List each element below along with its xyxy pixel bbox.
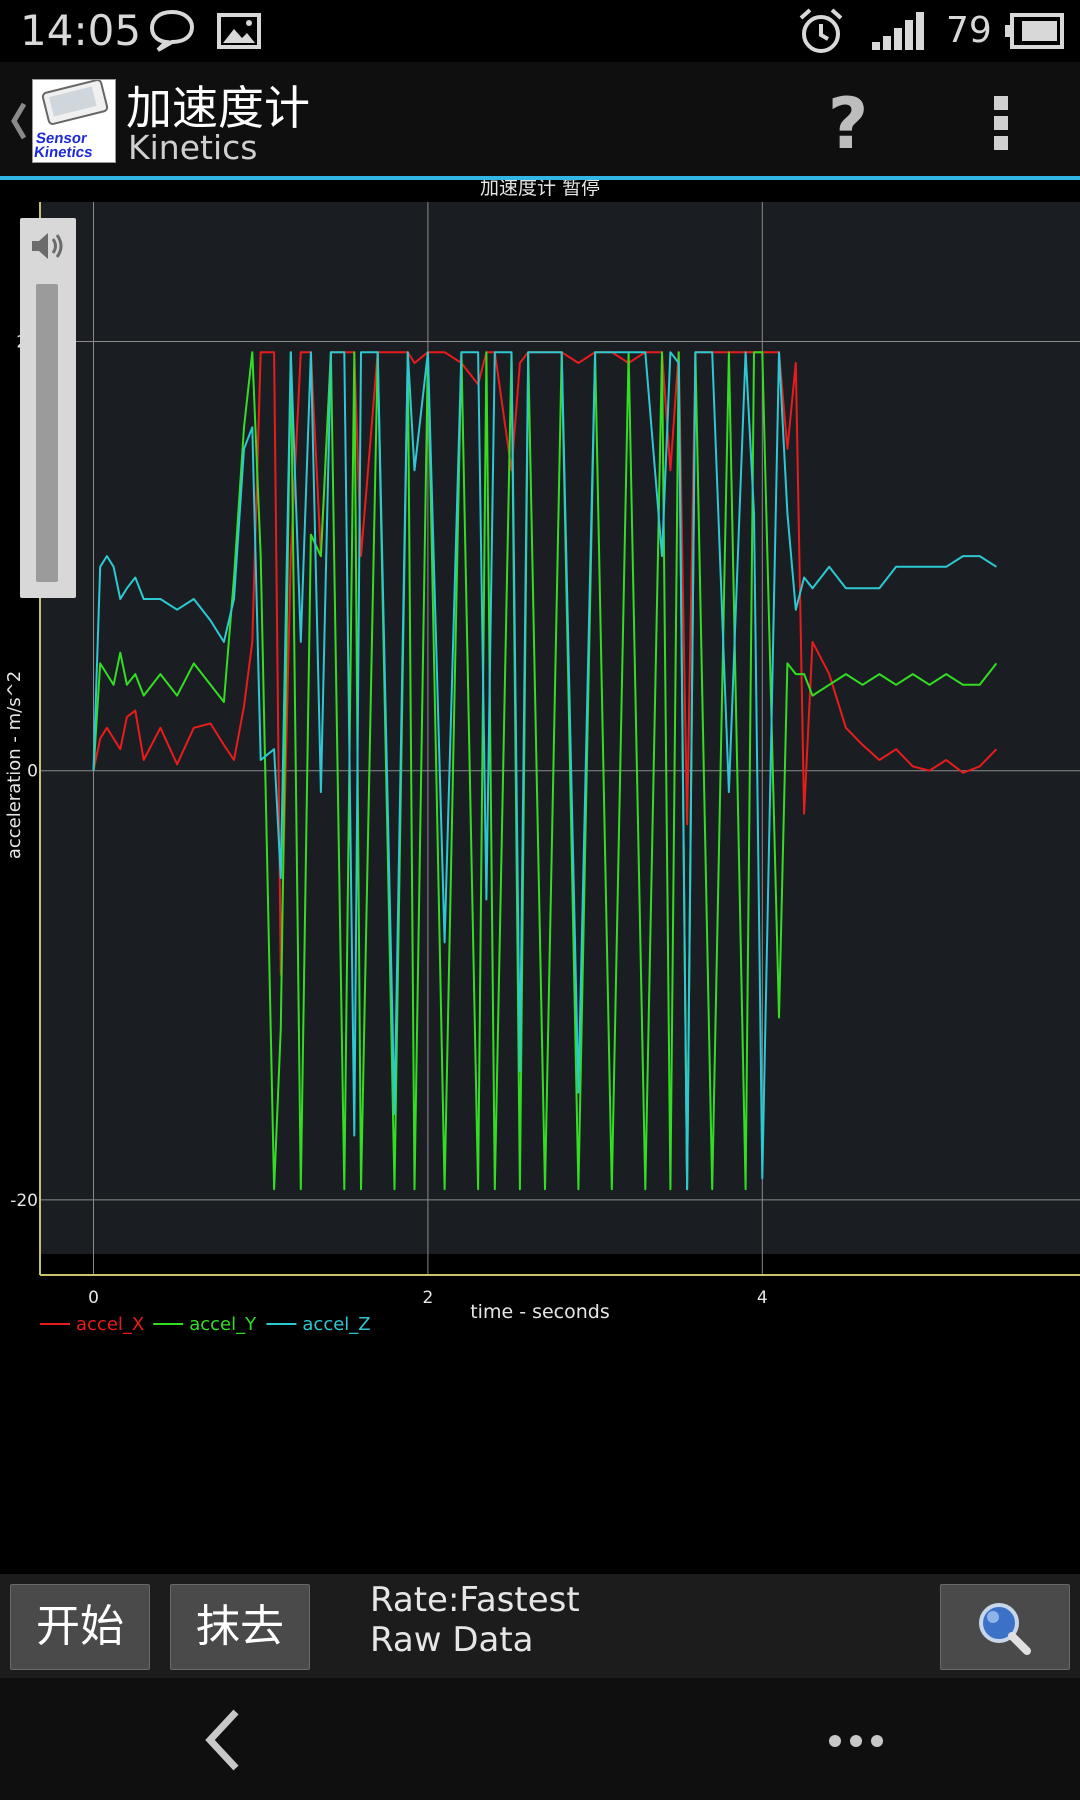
legend-label: accel_X [76,1314,144,1335]
y-tick-label: 0 [27,762,38,782]
alarm-icon [799,8,843,53]
image-icon [217,13,261,49]
y-axis-label: acceleration - m/s^2 [4,671,25,859]
chart-title: 加速度计 暂停 [480,180,600,199]
x-tick-label: 2 [422,1288,433,1308]
help-button[interactable]: ? [820,84,876,164]
battery-level: 79 [946,10,992,51]
nav-back-button[interactable] [196,1700,256,1780]
data-mode-status: Raw Data [370,1620,534,1660]
status-time: 14:05 [20,6,142,55]
legend-label: accel_Y [189,1314,257,1335]
navigation-bar [0,1678,1080,1800]
zoom-button[interactable] [940,1584,1070,1670]
app-subtitle: Kinetics [128,128,258,167]
volume-track[interactable] [36,284,58,582]
accelerometer-chart[interactable]: 024-20020 加速度计 暂停 time - seconds acceler… [0,177,1080,1355]
app-icon[interactable]: Sensor Kinetics [32,79,116,163]
battery-icon [1005,13,1064,49]
y-tick-label: -20 [10,1191,38,1211]
x-tick-label: 0 [88,1288,99,1308]
up-navigation-button[interactable] [8,98,28,144]
back-arrow-icon [205,1709,239,1771]
chart-canvas[interactable]: 024-20020 加速度计 暂停 time - seconds acceler… [0,177,1080,1355]
overflow-dot [994,136,1008,150]
x-tick-label: 4 [757,1288,768,1308]
overflow-dot [994,116,1008,130]
rate-status: Rate:Fastest [370,1580,580,1620]
chat-icon [149,9,195,52]
signal-icon [872,12,924,50]
x-axis-label: time - seconds [470,1301,610,1323]
start-button[interactable]: 开始 [10,1584,150,1670]
chevron-left-icon [11,102,27,140]
overflow-menu-button[interactable] [978,92,1022,154]
erase-button[interactable]: 抹去 [170,1584,310,1670]
nav-menu-button[interactable] [826,1716,886,1766]
app-icon-label: Sensor Kinetics [32,130,94,161]
more-dots-icon [829,1735,883,1747]
legend-label: accel_Z [302,1314,370,1335]
overflow-dot [994,96,1008,110]
speaker-icon [32,233,63,259]
chart-legend: accel_X accel_Y accel_Z [40,1314,371,1335]
magnifier-icon [979,1603,1031,1655]
